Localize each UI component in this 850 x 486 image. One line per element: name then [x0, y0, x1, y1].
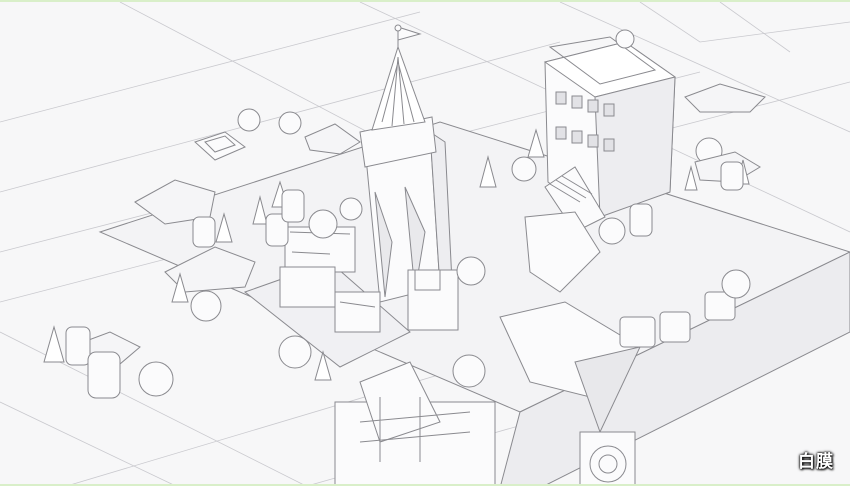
render-style-badge: 白膜: [798, 452, 834, 472]
canister: [615, 29, 635, 49]
stone-plaque: [194, 131, 246, 161]
isometric-city-scene: [0, 2, 850, 484]
render-viewport: 白膜: [0, 0, 850, 486]
